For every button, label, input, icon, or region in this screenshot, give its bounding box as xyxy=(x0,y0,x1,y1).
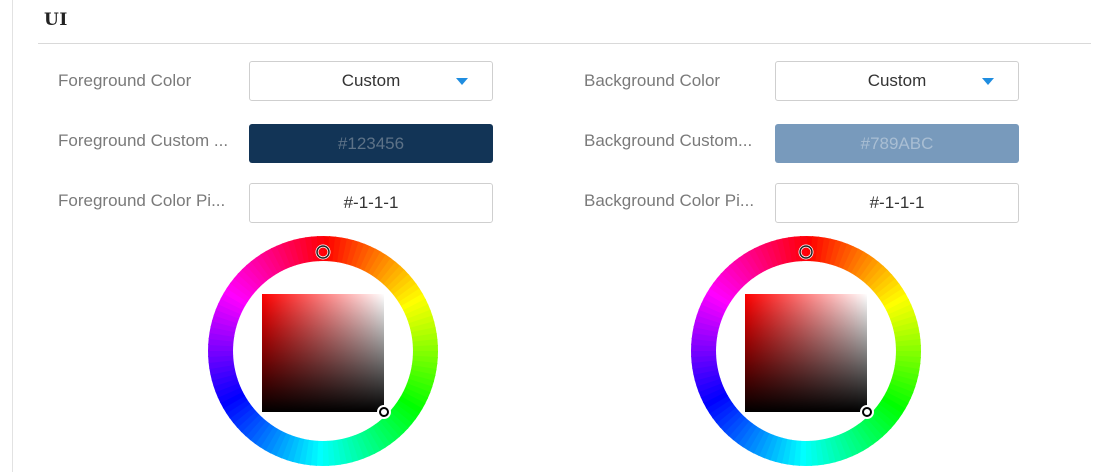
background-picker-label: Background Color Pi... xyxy=(584,191,755,210)
section-divider xyxy=(38,43,1091,44)
foreground-picker-input[interactable]: #-1-1-1 xyxy=(249,183,493,223)
caret-down-icon xyxy=(982,78,994,85)
color-wheel-icon xyxy=(208,236,438,466)
background-picker-value: #-1-1-1 xyxy=(869,193,925,212)
foreground-picker-value: #-1-1-1 xyxy=(343,193,399,212)
background-custom-label: Background Custom... xyxy=(584,131,753,150)
color-wheel-icon xyxy=(691,236,921,466)
foreground-custom-label: Foreground Custom ... xyxy=(58,131,229,150)
foreground-custom-color-field[interactable]: #123456 xyxy=(249,124,493,163)
foreground-color-label: Foreground Color xyxy=(58,71,192,90)
background-custom-color-value: #789ABC xyxy=(860,133,934,153)
caret-down-icon xyxy=(456,78,468,85)
section-title: UI xyxy=(44,10,68,30)
background-custom-color-field[interactable]: #789ABC xyxy=(775,124,1019,163)
background-color-wheel[interactable] xyxy=(691,236,921,466)
background-color-select-value: Custom xyxy=(867,71,927,90)
foreground-color-wheel[interactable] xyxy=(208,236,438,466)
foreground-color-select-value: Custom xyxy=(341,71,401,90)
left-border xyxy=(12,0,13,472)
foreground-picker-label: Foreground Color Pi... xyxy=(58,191,226,210)
background-color-label: Background Color xyxy=(584,71,721,90)
foreground-custom-color-value: #123456 xyxy=(337,133,405,153)
background-picker-input[interactable]: #-1-1-1 xyxy=(775,183,1019,223)
foreground-color-select[interactable]: Custom xyxy=(249,61,493,101)
background-color-select[interactable]: Custom xyxy=(775,61,1019,101)
